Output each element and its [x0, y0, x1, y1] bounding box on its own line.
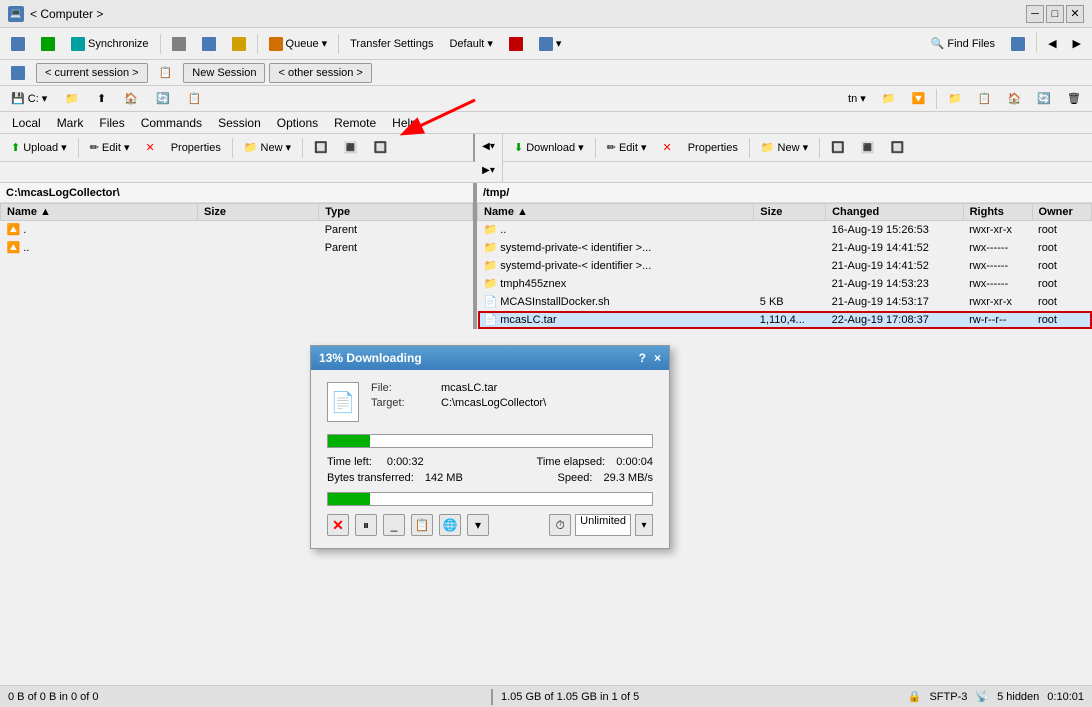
dialog-title-text: 13% Downloading [319, 351, 422, 365]
download-dialog: 13% Downloading ? × 📄 File: mcasLC.tar T… [310, 345, 670, 549]
dialog-info: 📄 File: mcasLC.tar Target: C:\mcasLogCol… [327, 382, 653, 422]
speed-value: 29.3 MB/s [603, 472, 653, 484]
dialog-net-button[interactable]: 🌐 [439, 514, 461, 536]
progress-bar-outer [327, 434, 653, 448]
progress-bar-inner-2 [328, 493, 370, 505]
dialog-actions: ✕ ⏸ _ 📋 🌐 ▾ ⏱ Unlimited ▾ [327, 514, 653, 536]
dialog-body: 📄 File: mcasLC.tar Target: C:\mcasLogCol… [311, 370, 669, 548]
time-elapsed-value: 0:00:04 [616, 456, 653, 468]
bytes-value: 142 MB [425, 472, 463, 484]
time-elapsed-label: Time elapsed: [537, 456, 606, 468]
speed-control: ⏱ Unlimited ▾ [549, 514, 653, 536]
time-left-label: Time left: [327, 456, 372, 468]
speed-label: Speed: [558, 472, 593, 484]
dialog-help-button[interactable]: ? [639, 351, 646, 365]
dialog-target-value: C:\mcasLogCollector\ [441, 397, 546, 409]
dialog-minimize-button[interactable]: _ [383, 514, 405, 536]
speed-icon: ⏱ [549, 514, 571, 536]
progress-bar-inner [328, 435, 370, 447]
time-left-value: 0:00:32 [387, 456, 424, 468]
speed-select[interactable]: Unlimited [575, 514, 631, 536]
speed-group: Speed: 29.3 MB/s [558, 472, 653, 484]
dialog-cancel-button[interactable]: ✕ [327, 514, 349, 536]
dialog-overlay: 13% Downloading ? × 📄 File: mcasLC.tar T… [0, 0, 1092, 707]
dialog-copy-button[interactable]: 📋 [411, 514, 433, 536]
dialog-target-label: Target: [371, 397, 441, 409]
dialog-file-label: File: [371, 382, 441, 394]
dialog-controls: ? × [639, 351, 661, 365]
progress-bar-outer-2 [327, 492, 653, 506]
time-left-group: Time left: 0:00:32 [327, 456, 424, 468]
bytes-label: Bytes transferred: [327, 472, 414, 484]
dialog-stats-row1: Time left: 0:00:32 Time elapsed: 0:00:04 [327, 456, 653, 468]
dialog-title-bar: 13% Downloading ? × [311, 346, 669, 370]
dialog-details: File: mcasLC.tar Target: C:\mcasLogColle… [371, 382, 653, 412]
dialog-pause-button[interactable]: ⏸ [355, 514, 377, 536]
dialog-net-dropdown[interactable]: ▾ [467, 514, 489, 536]
dialog-stats-row2: Bytes transferred: 142 MB Speed: 29.3 MB… [327, 472, 653, 484]
dialog-close-button[interactable]: × [654, 351, 661, 365]
dialog-target-row: Target: C:\mcasLogCollector\ [371, 397, 653, 409]
time-elapsed-group: Time elapsed: 0:00:04 [537, 456, 653, 468]
speed-dropdown[interactable]: ▾ [635, 514, 653, 536]
dialog-file-value: mcasLC.tar [441, 382, 497, 394]
dialog-file-icon: 📄 [327, 382, 359, 422]
dialog-file-row: File: mcasLC.tar [371, 382, 653, 394]
bytes-group: Bytes transferred: 142 MB [327, 472, 463, 484]
